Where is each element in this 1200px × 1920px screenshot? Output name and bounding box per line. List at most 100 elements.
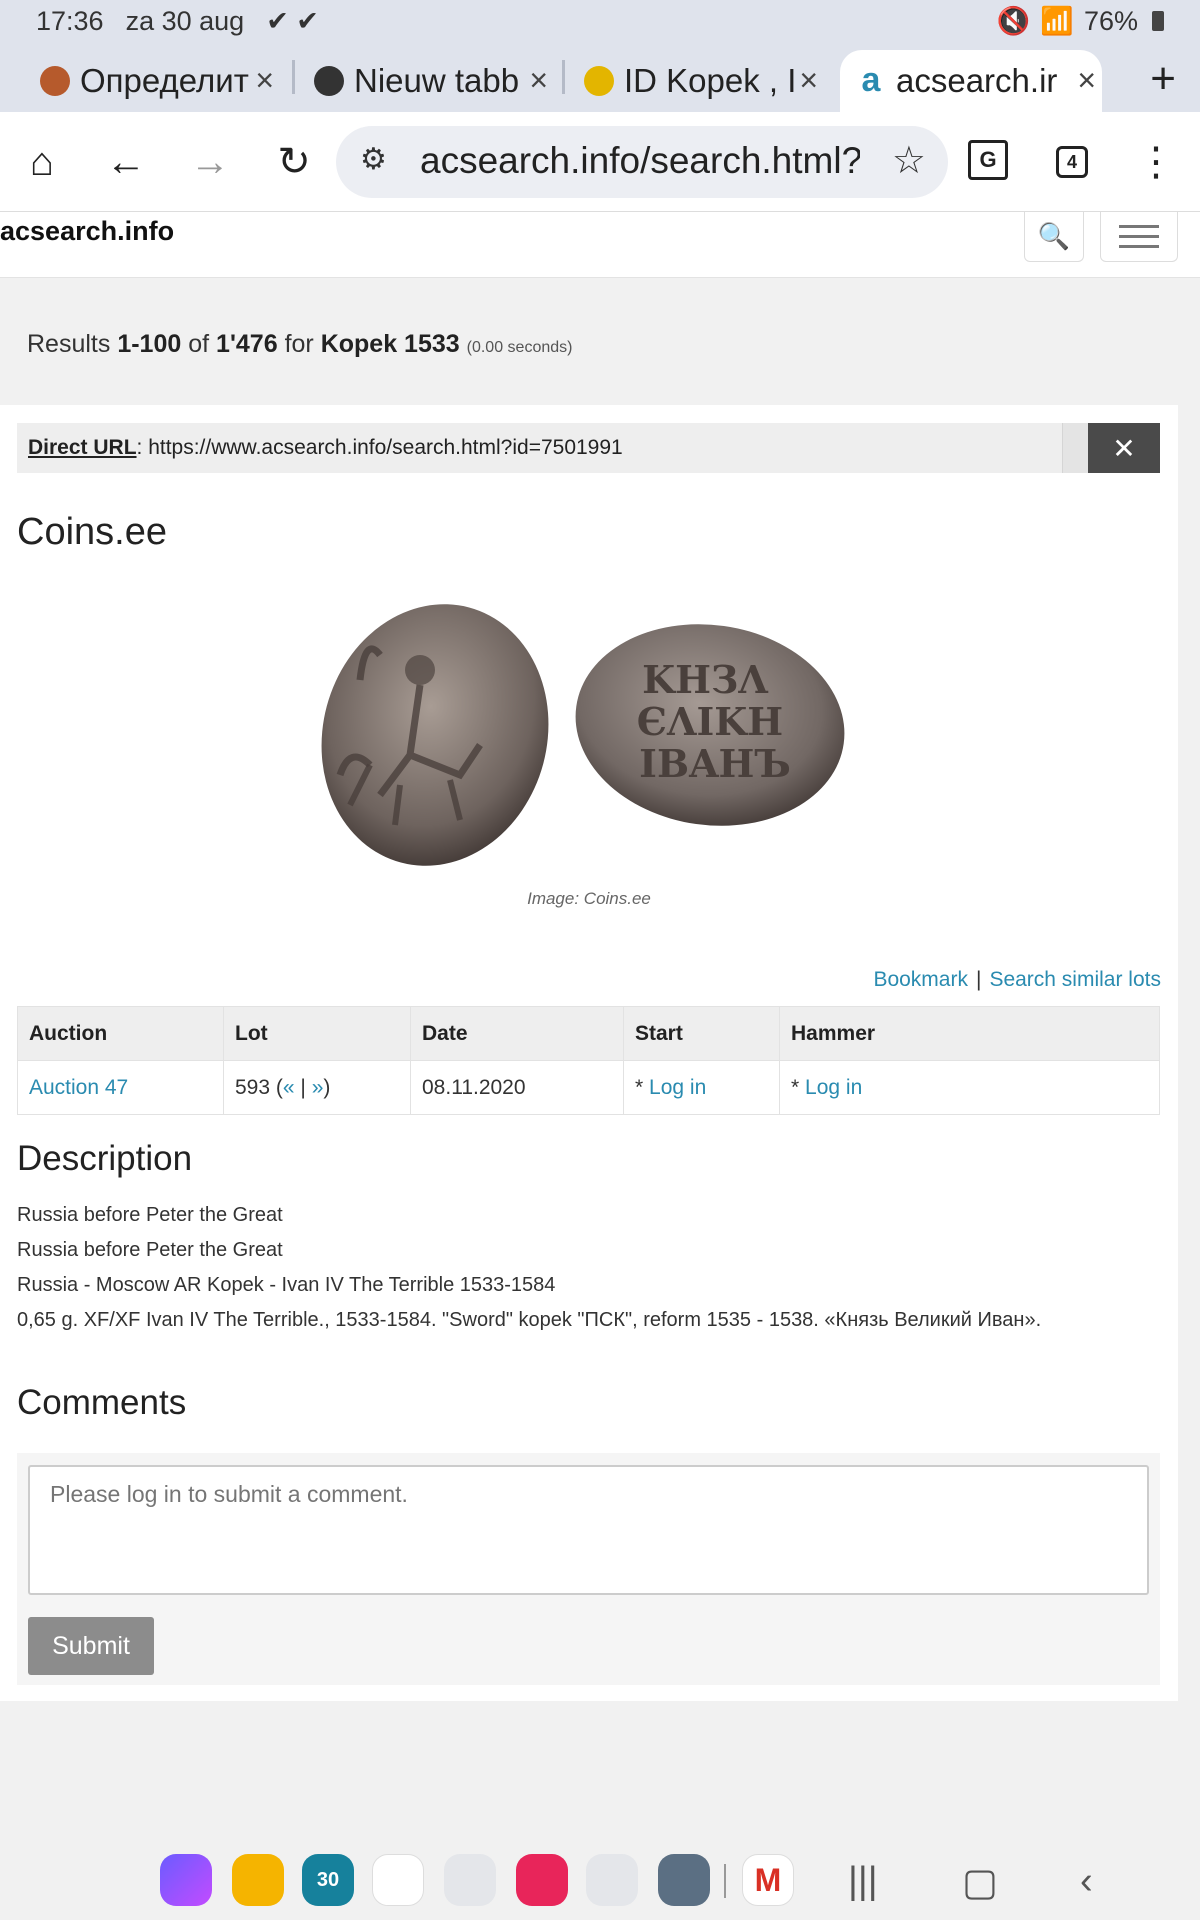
table-row: Auction 47 593 (« | ») 08.11.2020 * Log … [17, 1060, 1160, 1115]
files-app-icon[interactable] [232, 1854, 284, 1906]
site-logo[interactable]: acsearch.info [0, 216, 174, 247]
new-tab-button[interactable]: + [1150, 54, 1176, 104]
header-hammer: Hammer [779, 1006, 1160, 1061]
more-menu-icon[interactable]: ⋮ [1128, 134, 1184, 190]
tab-nieuw[interactable]: Nieuw tabb × [314, 50, 554, 112]
comments-heading: Comments [17, 1383, 187, 1422]
description-text: Russia before Peter the Great Russia bef… [17, 1198, 1167, 1338]
coin-reverse: ΚΗЗΛ ЄΛΙΚΗ ΙΒΑΗЪ [575, 624, 845, 826]
auction-link[interactable]: Auction 47 [29, 1076, 128, 1099]
direct-url-bar: Direct URL : https://www.acsearch.info/s… [17, 423, 1160, 473]
header-date: Date [410, 1006, 624, 1061]
close-tab-icon[interactable]: × [529, 62, 548, 99]
submit-button[interactable]: Submit [28, 1617, 154, 1675]
results-range: 1-100 [117, 330, 182, 358]
back-nav-icon[interactable]: ‹ [1080, 1860, 1093, 1903]
status-date: za 30 aug [125, 5, 245, 36]
app-drawer-icon[interactable] [658, 1854, 710, 1906]
auction-house-title: Coins.ee [17, 511, 167, 553]
android-dock: 30 M ||| ▢ ‹ [0, 1840, 1200, 1920]
address-bar[interactable]: ⚙ acsearch.info/search.html?t ☆ [336, 126, 948, 198]
internet-app-icon[interactable] [160, 1854, 212, 1906]
tab-acsearch[interactable]: a acsearch.ir × [840, 50, 1102, 112]
svg-text:ΙΒΑΗЪ: ΙΒΑΗЪ [639, 741, 791, 786]
browser-toolbar: ⌂ ← → ↻ ⚙ acsearch.info/search.html?t ☆ … [0, 112, 1200, 212]
home-icon[interactable]: ⌂ [14, 134, 70, 190]
tab-title: ID Kopek , I [624, 62, 794, 99]
id-favicon-icon [584, 66, 614, 96]
clock: 17:36 [36, 5, 104, 36]
translate-icon[interactable]: G [968, 140, 1008, 180]
header-lot: Lot [223, 1006, 411, 1061]
close-tab-icon[interactable]: × [255, 62, 274, 99]
results-prefix: Results [27, 330, 111, 358]
close-tab-icon[interactable]: × [1077, 62, 1096, 99]
bookmark-star-icon[interactable]: ☆ [892, 138, 926, 183]
home-nav-icon[interactable]: ▢ [962, 1860, 998, 1905]
cell-date: 08.11.2020 [410, 1060, 624, 1115]
description-line: Russia before Peter the Great [17, 1204, 283, 1226]
forward-icon[interactable]: → [182, 134, 238, 190]
tab-separator [562, 60, 565, 94]
url-text[interactable]: acsearch.info/search.html?t [420, 140, 860, 182]
tab-title: Определит [80, 62, 249, 99]
calendar-app-icon[interactable]: 30 [302, 1854, 354, 1906]
close-tab-icon[interactable]: × [799, 62, 818, 99]
hamburger-menu-icon[interactable] [1100, 212, 1178, 262]
app-folder-icon[interactable] [586, 1854, 638, 1906]
tab-separator [292, 60, 295, 94]
tab-strip: Определит × Nieuw tabb × ID Kopek , I × … [0, 42, 1200, 112]
site-settings-icon[interactable]: ⚙ [360, 142, 387, 177]
app-folder-icon[interactable] [444, 1854, 496, 1906]
recents-nav-icon[interactable]: ||| [848, 1860, 878, 1903]
battery-level: 76% [1083, 5, 1138, 36]
svg-text:ЄΛΙΚΗ: ЄΛΙΚΗ [637, 699, 783, 744]
tab-title: Nieuw tabb [354, 62, 520, 99]
results-total: 1'476 [216, 330, 278, 358]
mute-icon: 🔇 [996, 6, 1031, 36]
lot-number: 593 [235, 1075, 271, 1099]
search-similar-link[interactable]: Search similar lots [989, 968, 1161, 991]
prev-lot-link[interactable]: « [283, 1076, 295, 1099]
tab-opredelit[interactable]: Определит × [40, 50, 280, 112]
start-prefix: * [635, 1075, 644, 1099]
direct-url-label[interactable]: Direct URL [28, 436, 137, 460]
results-of: of [188, 330, 210, 358]
wifi-icon: 📶 [1040, 6, 1074, 36]
cell-hammer: * Log in [779, 1060, 1160, 1115]
comment-form: Submit [17, 1453, 1160, 1685]
coin-image[interactable]: ΚΗЗΛ ЄΛΙΚΗ ΙΒΑΗЪ [310, 595, 870, 885]
tab-switcher-button[interactable]: 4 [1056, 146, 1088, 178]
hammer-login-link[interactable]: Log in [805, 1076, 862, 1099]
header-auction: Auction [17, 1006, 224, 1061]
lot-links: Bookmark | Search similar lots [873, 968, 1161, 992]
lot-table: Auction Lot Date Start Hammer Auction 47… [17, 1006, 1160, 1115]
reload-icon[interactable]: ↻ [266, 134, 322, 190]
tab-id-kopek[interactable]: ID Kopek , I × [584, 50, 824, 112]
image-caption: Image: Coins.ee [527, 889, 651, 908]
search-icon[interactable]: 🔍 [1024, 212, 1084, 262]
results-time: (0.00 seconds) [466, 339, 573, 356]
next-lot-link[interactable]: » [312, 1076, 324, 1099]
gmail-app-icon[interactable]: M [742, 1854, 794, 1906]
tab-title: acsearch.ir [896, 62, 1058, 99]
messages-app-icon[interactable] [372, 1854, 424, 1906]
acsearch-favicon-icon: a [856, 63, 886, 97]
start-login-link[interactable]: Log in [649, 1076, 706, 1099]
link-separator: | [975, 968, 982, 991]
table-header-row: Auction Lot Date Start Hammer [17, 1006, 1160, 1061]
bookmark-link[interactable]: Bookmark [873, 968, 968, 991]
site-header: acsearch.info 🔍 [0, 212, 1200, 278]
chrome-icon [314, 66, 344, 96]
header-start: Start [623, 1006, 780, 1061]
comment-input[interactable] [28, 1465, 1149, 1595]
back-icon[interactable]: ← [98, 134, 154, 190]
close-button[interactable]: ✕ [1088, 423, 1160, 473]
coin-obverse [321, 604, 549, 866]
coin-favicon-icon [40, 66, 70, 96]
screen-recorder-icon[interactable] [516, 1854, 568, 1906]
description-heading: Description [17, 1139, 193, 1178]
direct-url-divider [1062, 423, 1088, 473]
hammer-prefix: * [791, 1075, 800, 1099]
checkmark-icon: ✔ ✔ [266, 5, 319, 36]
